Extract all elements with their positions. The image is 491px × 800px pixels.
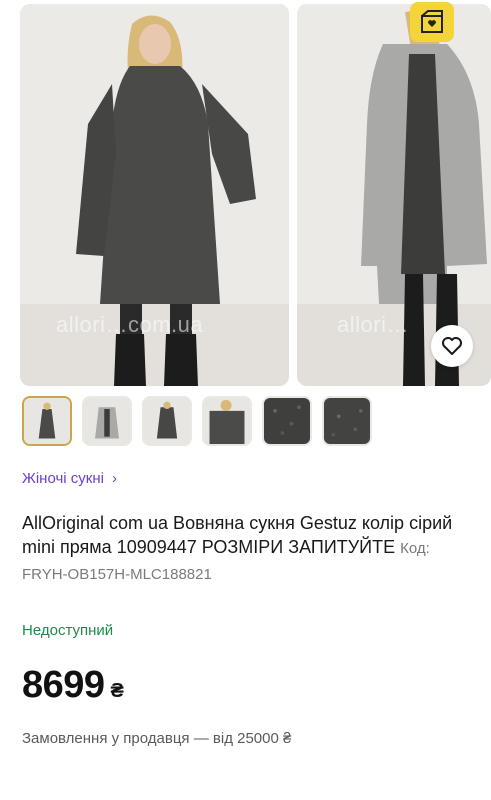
brand-badge[interactable] <box>410 2 454 42</box>
product-photo-main[interactable]: allori…com.ua <box>20 4 289 386</box>
thumbnail-strip <box>22 396 372 446</box>
seller-minimum-order-note: Замовлення у продавця — від 25000 ₴ <box>22 730 292 747</box>
thumbnail-3[interactable] <box>142 396 192 446</box>
product-gallery[interactable]: allori…com.ua allori… <box>20 4 491 386</box>
availability-status: Недоступний <box>22 622 114 639</box>
heart-outline-icon <box>442 337 462 355</box>
breadcrumb[interactable]: Жіночі сукні › <box>22 470 117 487</box>
chevron-right-icon: › <box>111 470 117 487</box>
watermark-text: allori…com.ua <box>56 312 204 337</box>
thumbnail-2[interactable] <box>82 396 132 446</box>
thumbnail-1[interactable] <box>22 396 72 446</box>
breadcrumb-category-link[interactable]: Жіночі сукні <box>22 470 104 487</box>
price-currency: ₴ <box>110 680 124 702</box>
thumbnail-image <box>264 398 310 444</box>
thumbnail-4[interactable] <box>202 396 252 446</box>
product-title-text: AllOriginal com ua Вовняна сукня Gestuz … <box>22 513 453 557</box>
thumbnail-image <box>24 398 70 444</box>
price: 8699 ₴ <box>22 664 124 707</box>
thumbnail-5[interactable] <box>262 396 312 446</box>
favorite-button[interactable] <box>431 325 473 367</box>
thumbnail-image <box>144 398 190 444</box>
thumbnail-6[interactable] <box>322 396 372 446</box>
price-value: 8699 <box>22 664 105 706</box>
product-title: AllOriginal com ua Вовняна сукня Gestuz … <box>22 511 467 587</box>
thumbnail-image <box>84 398 130 444</box>
thumbnail-image <box>324 398 370 444</box>
box-heart-icon <box>421 10 443 33</box>
watermark-text: allori… <box>337 312 409 337</box>
thumbnail-image <box>204 398 250 444</box>
